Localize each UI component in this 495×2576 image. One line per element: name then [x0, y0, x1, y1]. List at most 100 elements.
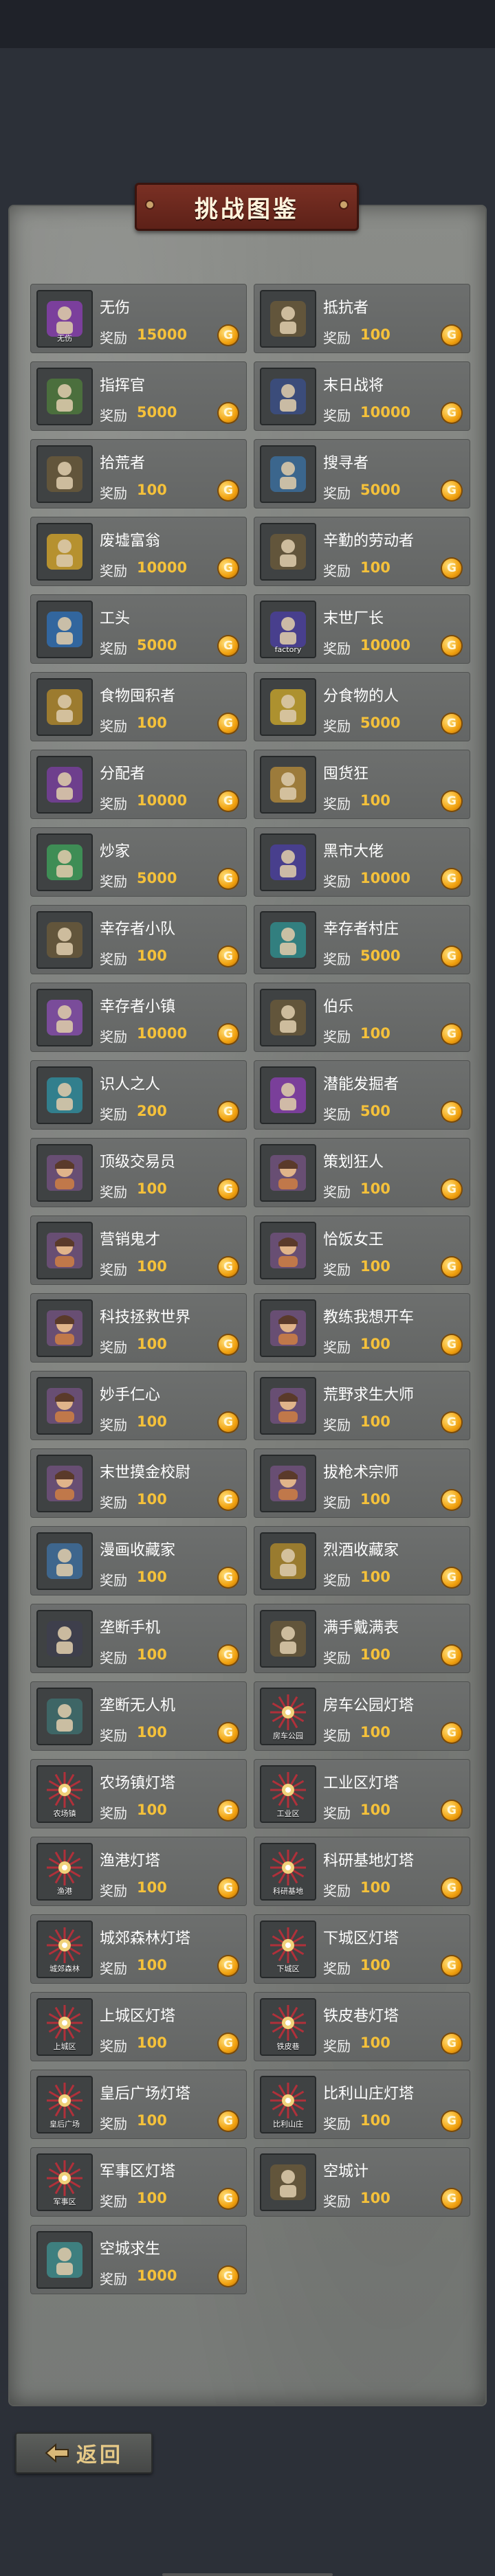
- reward-value: 10000: [137, 559, 188, 576]
- achievement-card[interactable]: 下城区 下城区灯塔 奖励 100 G: [254, 1914, 470, 1984]
- gold-coin-icon: G: [442, 714, 461, 733]
- achievement-card[interactable]: factory 末世厂长 奖励 10000 G: [254, 594, 470, 664]
- watch-hand-icon: [260, 1610, 316, 1668]
- marketer-portrait-icon: [36, 1222, 93, 1279]
- achievement-card[interactable]: 农场镇 农场镇灯塔 奖励 100 G: [30, 1759, 247, 1828]
- achievement-card[interactable]: 教练我想开车 奖励 100 G: [254, 1293, 470, 1363]
- achievement-name: 分配者: [100, 765, 146, 783]
- gold-coin-icon: G: [219, 2267, 238, 2286]
- achievement-card[interactable]: 科研基地 科研基地灯塔 奖励 100 G: [254, 1837, 470, 1906]
- crown-badge-icon: [36, 523, 93, 581]
- reward-label: 奖励: [100, 1417, 127, 1433]
- reward-label: 奖励: [100, 1494, 127, 1511]
- achievement-card[interactable]: 黑市大佬 奖励 10000 G: [254, 827, 470, 897]
- achievement-card[interactable]: 指挥官 奖励 5000 G: [30, 361, 247, 431]
- achievement-name: 铁皮巷灯塔: [323, 2008, 399, 2025]
- achievement-name: 比利山庄灯塔: [323, 2085, 415, 2103]
- reward-value: 100: [137, 2112, 167, 2129]
- achievement-card[interactable]: 幸存者小镇 奖励 10000 G: [30, 983, 247, 1052]
- achievement-card[interactable]: 满手戴满表 奖励 100 G: [254, 1604, 470, 1673]
- gold-coin-icon: G: [442, 403, 461, 423]
- gold-coin-icon: G: [219, 1490, 238, 1510]
- achievement-card[interactable]: 皇后广场 皇后广场灯塔 奖励 100 G: [30, 2070, 247, 2139]
- achievement-card[interactable]: 房车公园 房车公园灯塔 奖励 100 G: [254, 1681, 470, 1751]
- achievement-card[interactable]: 军事区 军事区灯塔 奖励 100 G: [30, 2147, 247, 2217]
- drone-icon: [36, 1688, 93, 1745]
- achievement-card[interactable]: 空城计 奖励 100 G: [254, 2147, 470, 2217]
- gold-coin-icon: G: [442, 481, 461, 500]
- achievement-name: 军事区灯塔: [100, 2163, 176, 2180]
- achievement-card[interactable]: 垄断手机 奖励 100 G: [30, 1604, 247, 1673]
- achievement-card[interactable]: 荒野求生大师 奖励 100 G: [254, 1371, 470, 1440]
- achievement-card[interactable]: 分食物的人 奖励 5000 G: [254, 672, 470, 741]
- gunslinger-portrait-icon: [260, 1455, 316, 1512]
- achievement-name: 辛勤的劳动者: [323, 533, 415, 550]
- beacon-icon: 工业区: [260, 1765, 316, 1823]
- achievement-card[interactable]: 废墟富翁 奖励 10000 G: [30, 517, 247, 586]
- achievement-card[interactable]: 炒家 奖励 5000 G: [30, 827, 247, 897]
- achievement-card[interactable]: 顶级交易员 奖励 100 G: [30, 1138, 247, 1207]
- achievement-card[interactable]: 垄断无人机 奖励 100 G: [30, 1681, 247, 1751]
- achievement-card[interactable]: 漫画收藏家 奖励 100 G: [30, 1526, 247, 1595]
- achievement-name: 科研基地灯塔: [323, 1852, 415, 1870]
- achievement-name: 顶级交易员: [100, 1154, 176, 1171]
- wild-portrait-icon: [260, 1377, 316, 1435]
- achievement-card[interactable]: 无伤 无伤 奖励 15000 G: [30, 284, 247, 353]
- achievement-card[interactable]: 伯乐 奖励 100 G: [254, 983, 470, 1052]
- gold-coin-icon: G: [442, 1879, 461, 1898]
- achievement-card[interactable]: 空城求生 奖励 1000 G: [30, 2225, 247, 2294]
- achievement-card[interactable]: 渔港 渔港灯塔 奖励 100 G: [30, 1837, 247, 1906]
- reward-label: 奖励: [323, 1184, 351, 1200]
- gold-coin-icon: G: [219, 947, 238, 966]
- reward-label: 奖励: [323, 2038, 351, 2054]
- achievement-card[interactable]: 营销鬼才 奖励 100 G: [30, 1216, 247, 1285]
- achievement-card[interactable]: 识人之人 奖励 200 G: [30, 1060, 247, 1130]
- achievement-card[interactable]: 比利山庄 比利山庄灯塔 奖励 100 G: [254, 2070, 470, 2139]
- achievement-card[interactable]: 上城区 上城区灯塔 奖励 100 G: [30, 1992, 247, 2061]
- achievement-name: 荒野求生大师: [323, 1387, 415, 1404]
- chart-figure-icon: [36, 833, 93, 891]
- icon-caption: 上城区: [53, 2042, 76, 2051]
- achievement-card[interactable]: 拾荒者 奖励 100 G: [30, 439, 247, 508]
- achievement-card[interactable]: 恰饭女王 奖励 100 G: [254, 1216, 470, 1285]
- icon-caption: 无伤: [57, 334, 72, 343]
- achievement-card[interactable]: 搜寻者 奖励 5000 G: [254, 439, 470, 508]
- achievement-card[interactable]: 城郊森林 城郊森林灯塔 奖励 100 G: [30, 1914, 247, 1984]
- reward-value: 100: [360, 2035, 390, 2051]
- achievement-name: 识人之人: [100, 1076, 161, 1093]
- achievement-name: 废墟富翁: [100, 533, 161, 550]
- achievement-card[interactable]: 幸存者村庄 奖励 5000 G: [254, 905, 470, 974]
- reward-label: 奖励: [323, 951, 351, 967]
- achievement-card[interactable]: 辛勤的劳动者 奖励 100 G: [254, 517, 470, 586]
- gold-coin-icon: G: [219, 1413, 238, 1432]
- achievement-card[interactable]: 末世摸金校尉 奖励 100 G: [30, 1448, 247, 1518]
- achievement-card[interactable]: 策划狂人 奖励 100 G: [254, 1138, 470, 1207]
- achievement-card[interactable]: 分配者 奖励 10000 G: [30, 750, 247, 819]
- achievement-card[interactable]: 抵抗者 奖励 100 G: [254, 284, 470, 353]
- achievement-card[interactable]: 工头 奖励 5000 G: [30, 594, 247, 664]
- achievement-name: 无伤: [100, 300, 131, 317]
- icon-caption: 农场镇: [53, 1809, 76, 1818]
- achievement-card[interactable]: 幸存者小队 奖励 100 G: [30, 905, 247, 974]
- gold-coin-icon: G: [219, 1956, 238, 1975]
- achievement-card[interactable]: 潜能发掘者 奖励 500 G: [254, 1060, 470, 1130]
- achievement-card[interactable]: 末日战将 奖励 10000 G: [254, 361, 470, 431]
- beacon-icon: 城郊森林: [36, 1920, 93, 1978]
- gold-coin-icon: G: [219, 1646, 238, 1665]
- achievement-card[interactable]: 工业区 工业区灯塔 奖励 100 G: [254, 1759, 470, 1828]
- reward-label: 奖励: [100, 1572, 127, 1589]
- achievement-card[interactable]: 拔枪术宗师 奖励 100 G: [254, 1448, 470, 1518]
- achievement-card[interactable]: 科技拯救世界 奖励 100 G: [30, 1293, 247, 1363]
- achievement-card[interactable]: 烈酒收藏家 奖励 100 G: [254, 1526, 470, 1595]
- achievement-card[interactable]: 食物囤积者 奖励 100 G: [30, 672, 247, 741]
- icon-caption: 渔港: [57, 1887, 72, 1896]
- reward-value: 100: [360, 559, 390, 576]
- achievement-card[interactable]: 铁皮巷 铁皮巷灯塔 奖励 100 G: [254, 1992, 470, 2061]
- reward-label: 奖励: [323, 640, 351, 657]
- reward-label: 奖励: [100, 1727, 127, 1744]
- back-button[interactable]: 返回: [15, 2432, 153, 2474]
- achievement-card[interactable]: 囤货狂 奖励 100 G: [254, 750, 470, 819]
- survivor-team-icon: [36, 911, 93, 969]
- reward-value: 100: [360, 1413, 390, 1430]
- achievement-card[interactable]: 妙手仁心 奖励 100 G: [30, 1371, 247, 1440]
